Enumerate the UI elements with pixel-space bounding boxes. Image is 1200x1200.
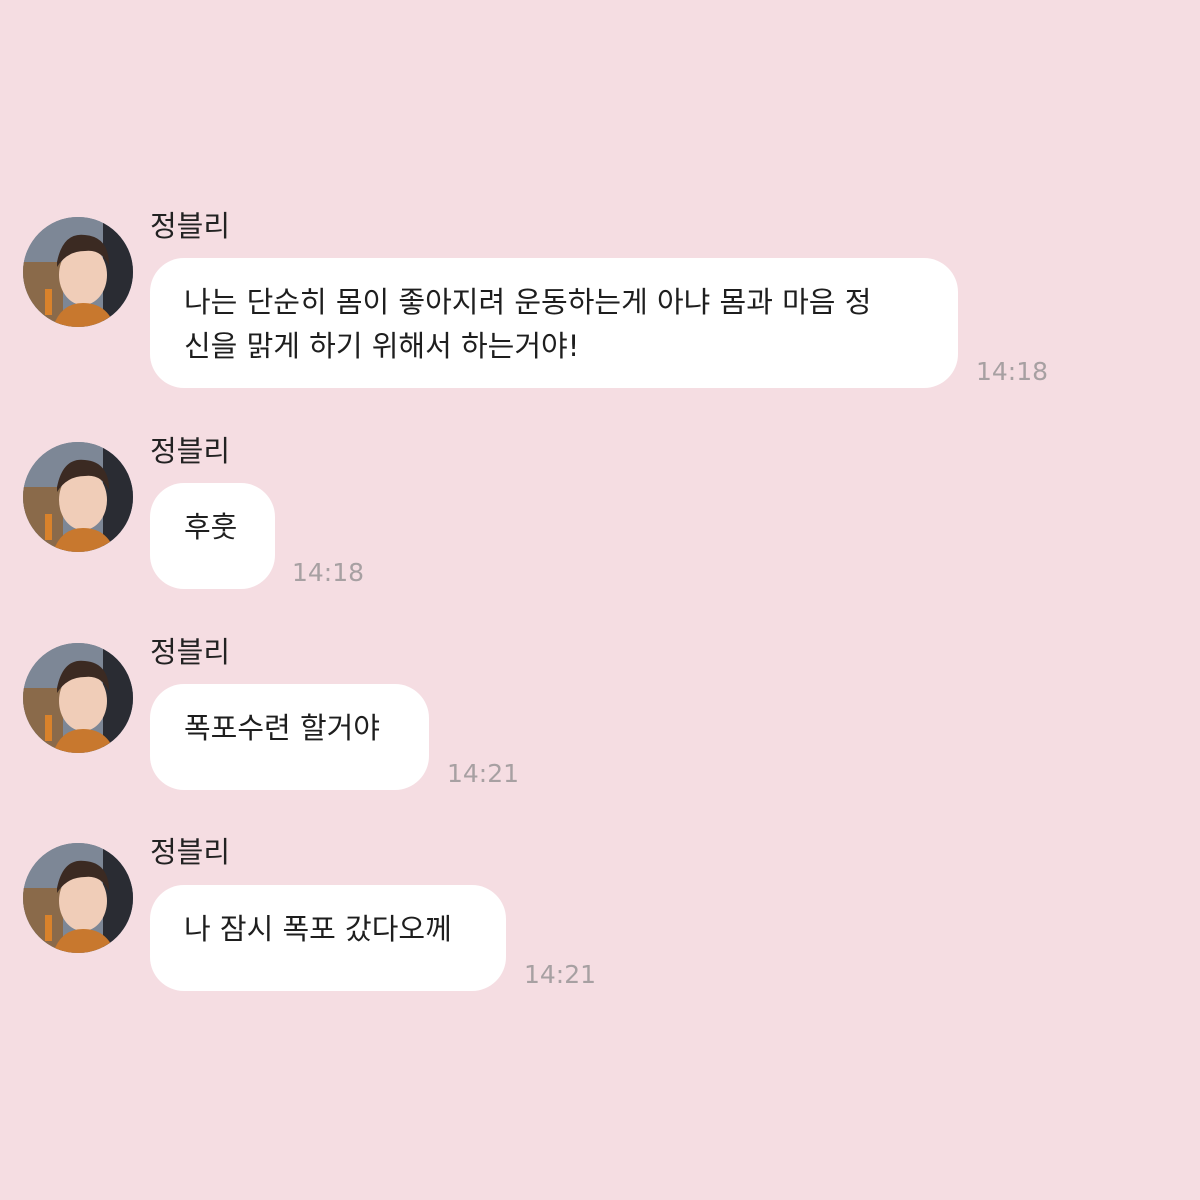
message-text-line: 나 잠시 폭포 갔다오께 bbox=[184, 912, 452, 946]
message-text-line: 후훗 bbox=[184, 510, 238, 544]
message-timestamp: 14:18 bbox=[976, 357, 1049, 386]
profile-photo-icon[interactable] bbox=[23, 442, 133, 552]
profile-photo-icon[interactable] bbox=[23, 217, 133, 327]
message-timestamp: 14:21 bbox=[447, 759, 520, 788]
message-bubble[interactable]: 나 잠시 폭포 갔다오께 bbox=[150, 885, 506, 991]
message-timestamp: 14:18 bbox=[292, 558, 365, 587]
message-bubble[interactable]: 후훗 bbox=[150, 483, 275, 589]
message-text-line: 나는 단순히 몸이 좋아지려 운동하는게 아냐 몸과 마음 정 bbox=[184, 285, 872, 319]
sender-name: 정블리 bbox=[150, 434, 231, 468]
profile-photo-icon[interactable] bbox=[23, 843, 133, 953]
message-bubble[interactable]: 나는 단순히 몸이 좋아지려 운동하는게 아냐 몸과 마음 정 신을 맑게 하기… bbox=[150, 258, 958, 388]
sender-name: 정블리 bbox=[150, 635, 231, 669]
message-text-line: 신을 맑게 하기 위해서 하는거야! bbox=[184, 329, 580, 363]
chat-thread: 정블리 나는 단순히 몸이 좋아지려 운동하는게 아냐 몸과 마음 정 신을 맑… bbox=[0, 0, 1200, 1200]
profile-photo-icon[interactable] bbox=[23, 643, 133, 753]
message-timestamp: 14:21 bbox=[524, 960, 597, 989]
sender-name: 정블리 bbox=[150, 835, 231, 869]
message-bubble[interactable]: 폭포수련 할거야 bbox=[150, 684, 429, 790]
message-text-line: 폭포수련 할거야 bbox=[184, 711, 380, 745]
sender-name: 정블리 bbox=[150, 209, 231, 243]
